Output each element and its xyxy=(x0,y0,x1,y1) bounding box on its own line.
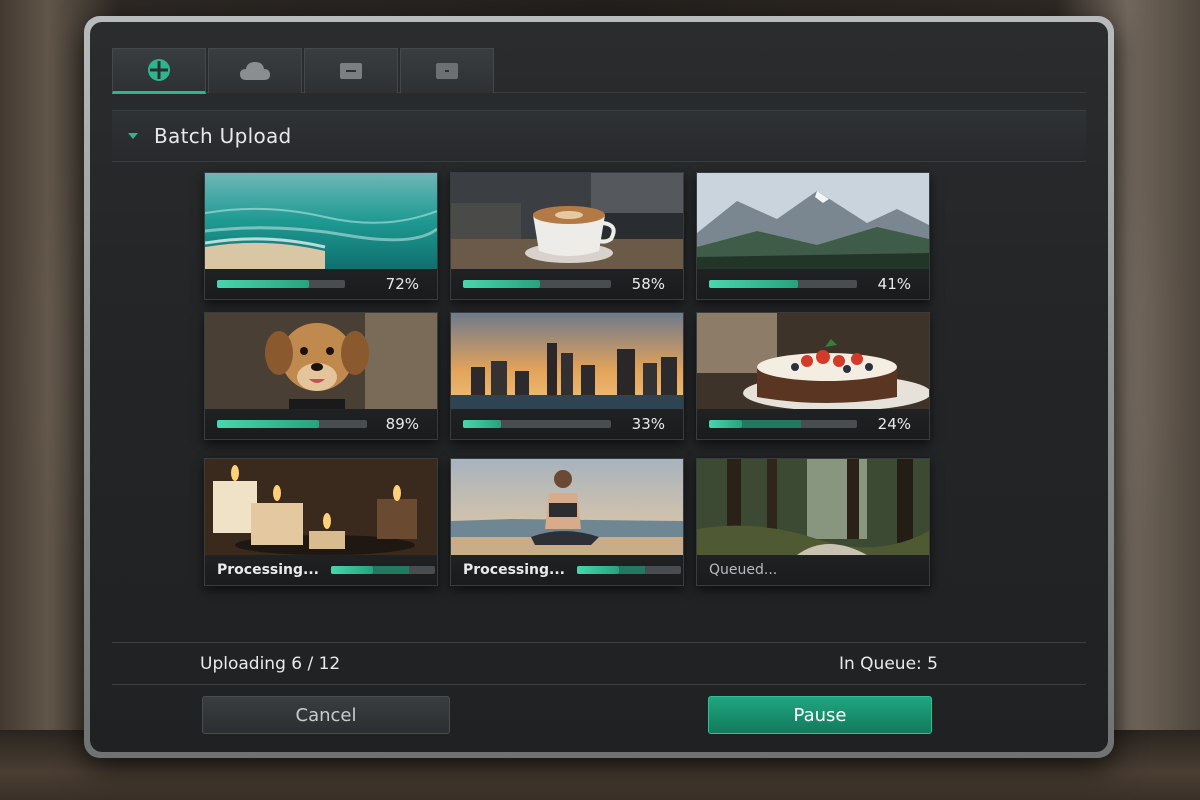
app-screen: Batch Upload 72% 58% 41% 89% 33% 24% Pro… xyxy=(90,22,1108,752)
footer-divider xyxy=(112,642,1086,643)
upload-card-city[interactable]: 33% xyxy=(450,312,684,440)
thumbnail-yoga xyxy=(451,459,683,555)
progress-percent: 89% xyxy=(385,415,419,433)
upload-card-mountains[interactable]: 41% xyxy=(696,172,930,300)
thumbnail-candles xyxy=(205,459,437,555)
progress-percent: 33% xyxy=(631,415,665,433)
card-footer: 58% xyxy=(451,269,683,299)
card-footer: Processing... xyxy=(205,555,437,585)
plus-circle-icon xyxy=(148,59,170,81)
thumbnail-forest xyxy=(697,459,929,555)
status-label: Processing... xyxy=(217,562,319,578)
queue-status: In Queue: 5 xyxy=(839,654,938,674)
queue-label: In Queue: xyxy=(838,654,922,674)
progress-bar xyxy=(331,566,435,574)
progress-bar xyxy=(709,420,857,428)
upload-card-coffee[interactable]: 58% xyxy=(450,172,684,300)
upload-card-ocean[interactable]: 72% xyxy=(204,172,438,300)
progress-percent: 58% xyxy=(631,275,665,293)
upload-card-yoga[interactable]: Processing... xyxy=(450,458,684,586)
progress-bar xyxy=(217,280,345,288)
thumbnail-dog xyxy=(205,313,437,409)
progress-percent: 24% xyxy=(877,415,911,433)
cloud-icon xyxy=(240,62,270,80)
footer-divider-lower xyxy=(112,684,1086,685)
upload-card-dog[interactable]: 89% xyxy=(204,312,438,440)
thumbnail-mountains xyxy=(697,173,929,269)
tab-bar xyxy=(112,44,1086,94)
tab-cloud[interactable] xyxy=(208,48,302,93)
tab-minus[interactable] xyxy=(304,48,398,93)
thumbnail-cake xyxy=(697,313,929,409)
upload-card-candles[interactable]: Processing... xyxy=(204,458,438,586)
tab-add[interactable] xyxy=(112,48,206,94)
pause-button[interactable]: Pause xyxy=(708,696,932,734)
progress-bar xyxy=(217,420,367,428)
progress-bar xyxy=(709,280,857,288)
upload-card-cake[interactable]: 24% xyxy=(696,312,930,440)
caret-down-icon xyxy=(128,133,138,139)
card-footer: Queued... xyxy=(697,555,929,585)
queue-count: 5 xyxy=(927,654,938,674)
dot-box-icon xyxy=(436,63,458,79)
card-footer: 24% xyxy=(697,409,929,439)
progress-percent: 72% xyxy=(385,275,419,293)
batch-upload-header[interactable]: Batch Upload xyxy=(112,110,1086,162)
thumbnail-ocean xyxy=(205,173,437,269)
uploading-count: Uploading 6 / 12 xyxy=(200,654,341,674)
minus-box-icon xyxy=(340,63,362,79)
upload-card-forest[interactable]: Queued... xyxy=(696,458,930,586)
progress-bar xyxy=(577,566,681,574)
card-footer: 33% xyxy=(451,409,683,439)
tab-dot[interactable] xyxy=(400,48,494,93)
card-footer: 72% xyxy=(205,269,437,299)
progress-bar xyxy=(463,280,611,288)
thumbnail-city xyxy=(451,313,683,409)
section-title: Batch Upload xyxy=(154,124,292,148)
status-label: Processing... xyxy=(463,562,565,578)
cancel-button[interactable]: Cancel xyxy=(202,696,450,734)
tablet-device: Batch Upload 72% 58% 41% 89% 33% 24% Pro… xyxy=(84,16,1114,758)
card-footer: 41% xyxy=(697,269,929,299)
card-footer: 89% xyxy=(205,409,437,439)
card-footer: Processing... xyxy=(451,555,683,585)
progress-bar xyxy=(463,420,611,428)
thumbnail-coffee xyxy=(451,173,683,269)
status-label: Queued... xyxy=(709,562,778,578)
progress-percent: 41% xyxy=(877,275,911,293)
